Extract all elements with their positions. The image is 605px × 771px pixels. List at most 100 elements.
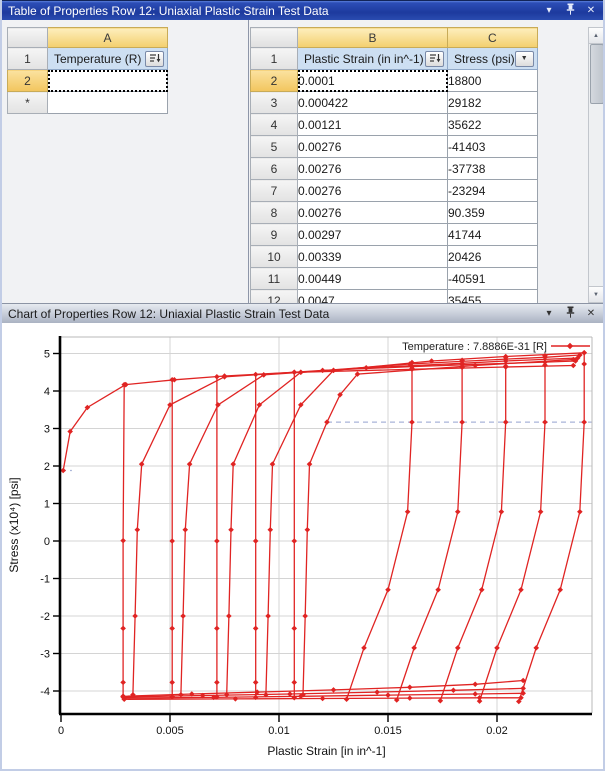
- cell-C10[interactable]: 20426: [447, 245, 538, 268]
- data-point-marker: [214, 625, 220, 632]
- row-header-9[interactable]: 9: [250, 223, 298, 246]
- data-point-marker: [180, 613, 186, 619]
- y-tick-label: 3: [44, 424, 50, 436]
- y-tick-label: 5: [44, 349, 50, 361]
- sort-icon[interactable]: [145, 50, 164, 67]
- cell-B10[interactable]: 0.00339: [297, 245, 448, 268]
- cell-C1[interactable]: Stress (psi) ▼: [447, 47, 538, 70]
- data-point-marker: [404, 508, 411, 515]
- column-header-C[interactable]: C: [447, 27, 538, 48]
- cell-A2[interactable]: [47, 69, 168, 92]
- cell-C8[interactable]: 90.359: [447, 201, 538, 224]
- cell-B9[interactable]: 0.00297: [297, 223, 448, 246]
- cell-C12[interactable]: 35455: [447, 289, 538, 303]
- data-point-marker: [120, 679, 126, 686]
- close-icon[interactable]: ✕: [585, 308, 597, 319]
- row-header-4[interactable]: 4: [250, 113, 298, 136]
- data-point-marker: [134, 526, 141, 533]
- data-point-marker: [520, 685, 526, 692]
- data-point-marker: [581, 419, 587, 425]
- data-point-marker: [214, 538, 220, 544]
- close-icon[interactable]: ✕: [585, 5, 597, 16]
- data-point-marker: [120, 625, 126, 632]
- row-header-1[interactable]: 1: [7, 47, 48, 70]
- y-tick-label: -3: [40, 649, 50, 661]
- scrollbar-thumb[interactable]: [590, 44, 603, 104]
- row-header-11[interactable]: 11: [250, 267, 298, 290]
- scroll-up-button[interactable]: ▲: [589, 28, 603, 44]
- row-header-*[interactable]: *: [7, 91, 48, 114]
- cell-C5[interactable]: -41403: [447, 135, 538, 158]
- cell-C9[interactable]: 41744: [447, 223, 538, 246]
- row-header-7[interactable]: 7: [250, 179, 298, 202]
- data-point-marker: [385, 692, 391, 698]
- row-header-5[interactable]: 5: [250, 135, 298, 158]
- row-header-1[interactable]: 1: [250, 47, 298, 70]
- row-header-2[interactable]: 2: [7, 69, 48, 92]
- cell-C3[interactable]: 29182: [447, 91, 538, 114]
- cell-B6[interactable]: 0.00276: [297, 157, 448, 180]
- data-point-marker: [407, 695, 413, 701]
- dropdown-icon[interactable]: ▼: [514, 50, 534, 67]
- cell-C7[interactable]: -23294: [447, 179, 538, 202]
- data-point-marker: [407, 684, 413, 691]
- data-series-line: [345, 362, 413, 700]
- cell-C2[interactable]: 18800: [447, 69, 538, 92]
- data-point-marker: [252, 371, 259, 378]
- table-vertical-scrollbar[interactable]: ▲ ▼: [588, 27, 603, 303]
- data-point-marker: [252, 679, 259, 686]
- data-point-marker: [228, 526, 234, 533]
- pin-icon[interactable]: [564, 3, 576, 18]
- cell-B11[interactable]: 0.00449: [297, 267, 448, 290]
- pin-icon[interactable]: [564, 306, 576, 321]
- strain-stress-table: B C 1 Plastic Strain (in in^-1) Stress (psi)…: [250, 27, 538, 303]
- cell-B3[interactable]: 0.000422: [297, 91, 448, 114]
- row-header-2[interactable]: 2: [250, 69, 298, 92]
- cell-C11[interactable]: -40591: [447, 267, 538, 290]
- row-header-8[interactable]: 8: [250, 201, 298, 224]
- data-point-marker: [330, 687, 337, 693]
- cell-C6[interactable]: -37738: [447, 157, 538, 180]
- column-header-B[interactable]: B: [297, 27, 448, 48]
- parameter-label: Stress (psi): [454, 51, 515, 66]
- y-tick-label: -4: [40, 686, 50, 698]
- cell-B5[interactable]: 0.00276: [297, 135, 448, 158]
- column-header-A[interactable]: A: [47, 27, 168, 48]
- cell-A*[interactable]: [47, 91, 168, 114]
- table-corner[interactable]: [250, 27, 298, 48]
- data-point-marker: [252, 538, 259, 544]
- data-point-marker: [459, 357, 465, 364]
- data-point-marker: [291, 369, 298, 376]
- scroll-down-button[interactable]: ▼: [589, 286, 603, 302]
- data-point-marker: [182, 526, 189, 533]
- sort-icon[interactable]: [425, 50, 444, 67]
- cell-B1[interactable]: Plastic Strain (in in^-1): [297, 47, 448, 70]
- data-point-marker: [374, 689, 380, 695]
- cell-C4[interactable]: 35622: [447, 113, 538, 136]
- row-header-12[interactable]: 12: [250, 289, 298, 303]
- data-point-marker: [478, 586, 485, 593]
- data-point-marker: [226, 613, 232, 619]
- window-menu-icon[interactable]: ▾: [543, 308, 555, 319]
- row-header-10[interactable]: 10: [250, 245, 298, 268]
- y-tick-label: -1: [40, 574, 50, 586]
- data-point-marker: [437, 697, 444, 704]
- cell-B2[interactable]: 0.0001: [297, 69, 448, 92]
- row-header-6[interactable]: 6: [250, 157, 298, 180]
- data-series-line: [265, 369, 334, 695]
- data-point-marker: [537, 508, 544, 515]
- cell-B12[interactable]: 0.0047: [297, 289, 448, 303]
- cell-A1[interactable]: Temperature (R): [47, 47, 168, 70]
- table-corner[interactable]: [7, 27, 48, 48]
- row-header-3[interactable]: 3: [250, 91, 298, 114]
- cell-B4[interactable]: 0.00121: [297, 113, 448, 136]
- chart-panel-title: Chart of Properties Row 12: Uniaxial Pla…: [8, 306, 330, 321]
- data-series-line: [62, 384, 127, 471]
- data-point-marker: [302, 613, 308, 619]
- data-point-marker: [252, 625, 259, 632]
- cell-B7[interactable]: 0.00276: [297, 179, 448, 202]
- cell-B8[interactable]: 0.00276: [297, 201, 448, 224]
- table-splitter[interactable]: [248, 20, 249, 303]
- parameter-label: Temperature (R): [54, 51, 142, 66]
- window-menu-icon[interactable]: ▾: [543, 5, 555, 16]
